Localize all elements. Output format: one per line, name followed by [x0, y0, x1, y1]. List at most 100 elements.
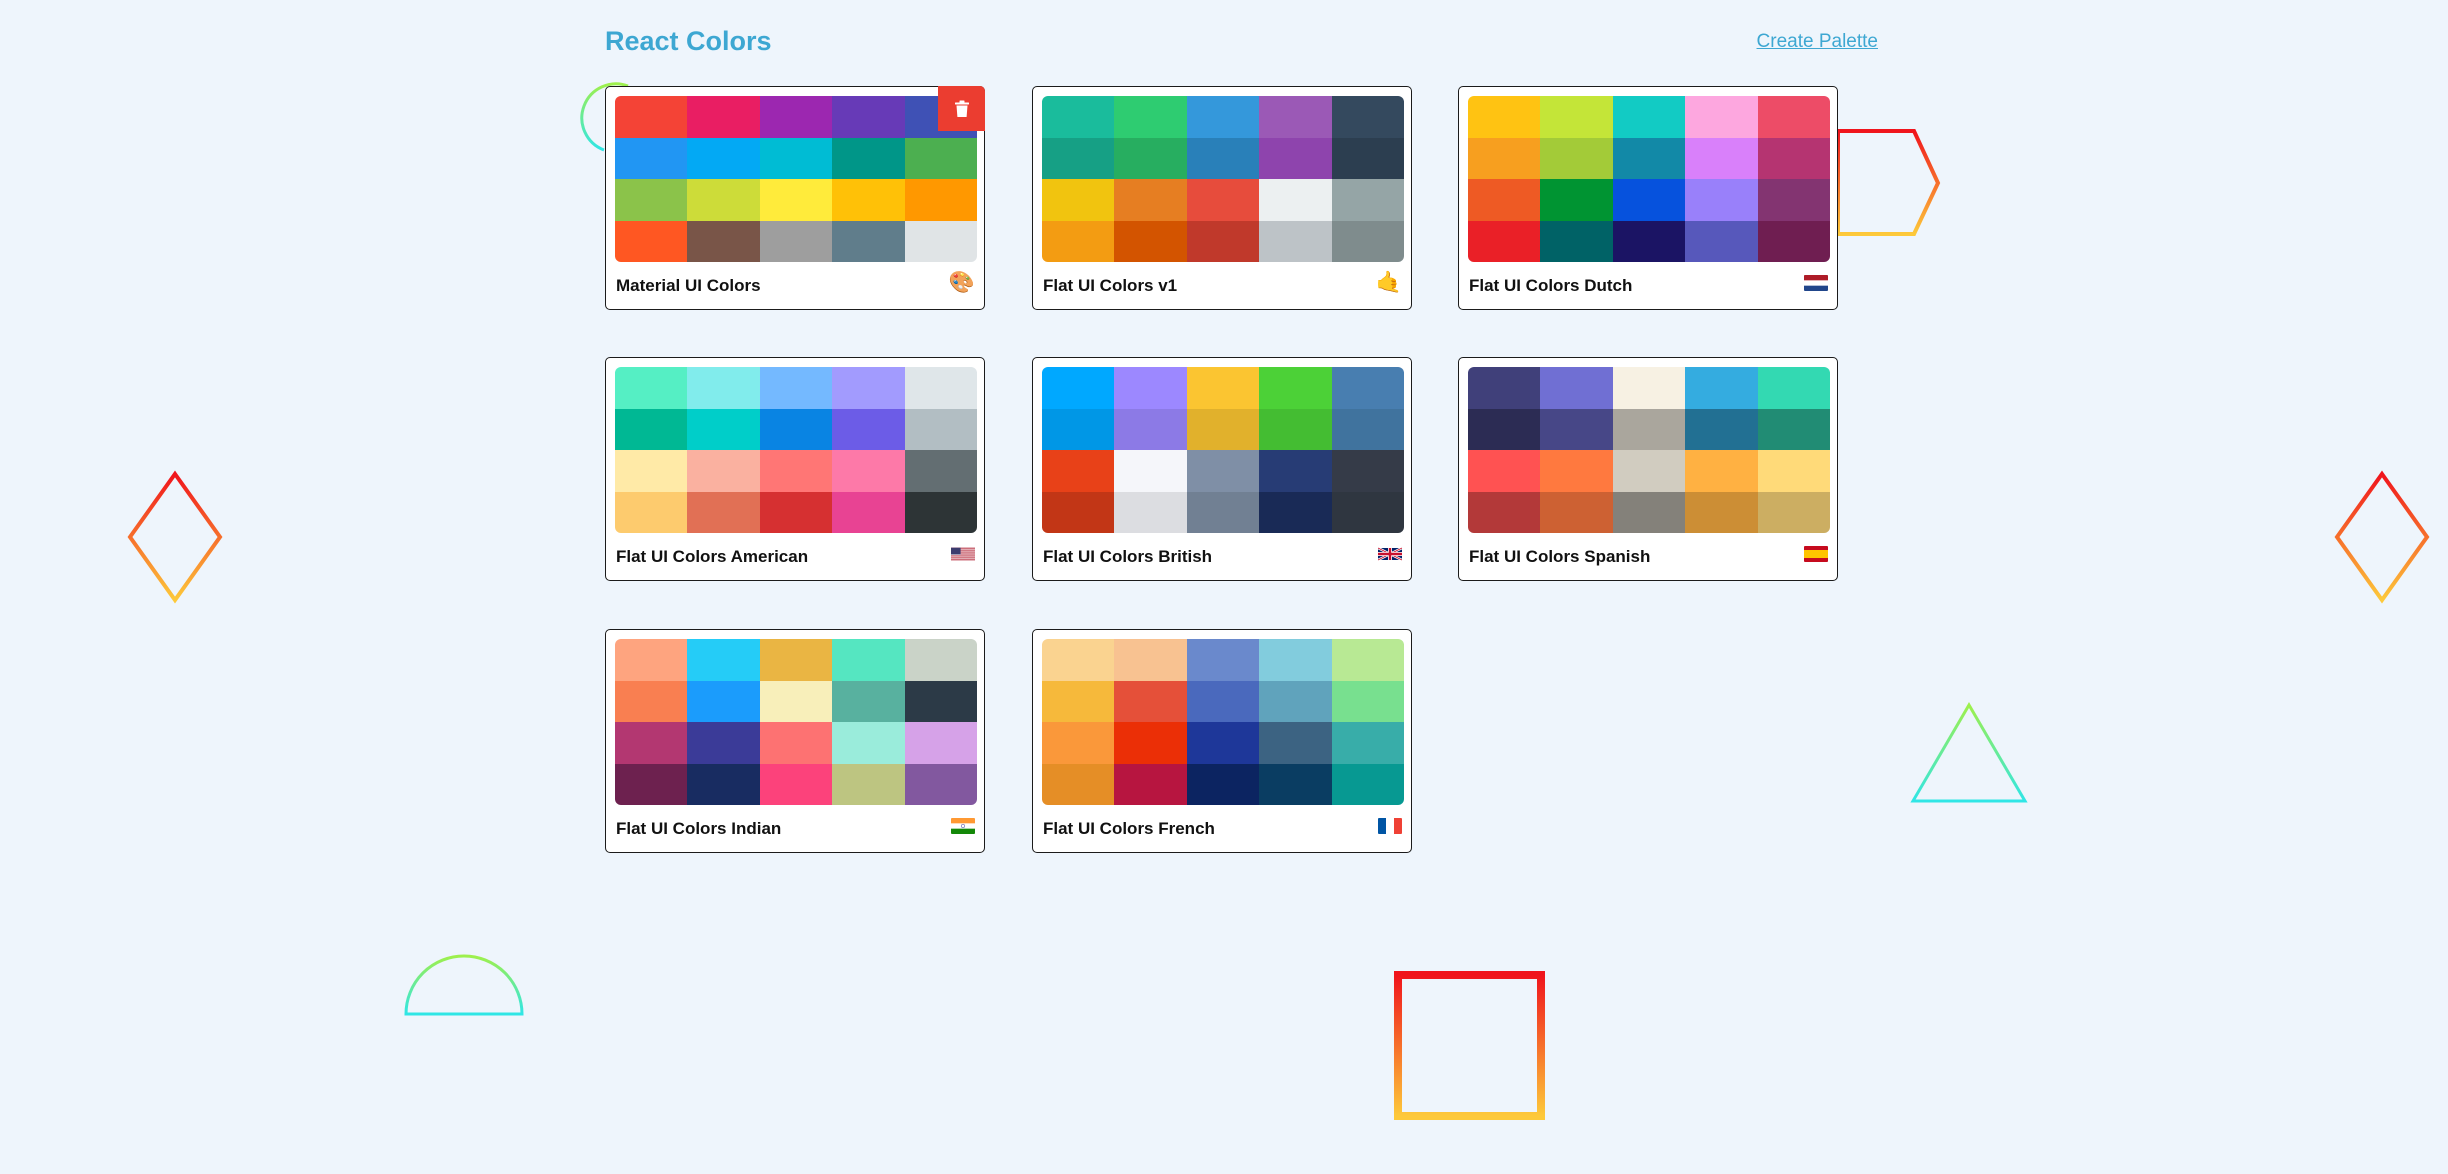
palette-name: Flat UI Colors British	[1043, 547, 1213, 566]
color-swatch	[904, 220, 977, 262]
color-swatch	[1042, 96, 1115, 138]
color-swatch	[1612, 220, 1686, 262]
palette-card[interactable]: Material UI Colors 🎨	[605, 86, 985, 310]
color-swatch	[1468, 137, 1541, 179]
color-swatch	[904, 680, 977, 722]
palette-card[interactable]: Flat UI Colors American	[605, 357, 985, 581]
color-swatch	[1757, 367, 1830, 409]
palette-card[interactable]: Flat UI Colors Spanish	[1458, 357, 1838, 581]
palette-card[interactable]: Flat UI Colors Indian	[605, 629, 985, 853]
color-swatch	[1757, 408, 1830, 450]
color-swatch	[1114, 367, 1187, 409]
color-swatch	[759, 367, 833, 409]
color-swatch	[1468, 367, 1541, 409]
color-swatch	[1757, 137, 1830, 179]
palette-swatches	[1042, 367, 1404, 533]
color-swatch	[1259, 179, 1332, 221]
color-swatch	[1612, 450, 1686, 492]
color-swatch	[1042, 639, 1115, 681]
color-swatch	[1331, 179, 1404, 221]
color-swatch	[1331, 367, 1404, 409]
color-swatch	[1042, 220, 1115, 262]
color-swatch	[832, 367, 905, 409]
color-swatch	[1540, 137, 1613, 179]
color-swatch	[1186, 450, 1260, 492]
color-swatch	[1757, 491, 1830, 533]
color-swatch	[1331, 763, 1404, 805]
palette-swatches	[615, 367, 977, 533]
create-palette-link[interactable]: Create Palette	[1757, 31, 1878, 53]
color-swatch	[687, 763, 760, 805]
color-swatch	[1757, 179, 1830, 221]
color-swatch	[1042, 680, 1115, 722]
color-swatch	[904, 137, 977, 179]
delete-palette-button[interactable]	[938, 86, 985, 131]
palette-name: Flat UI Colors Spanish	[1469, 547, 1651, 566]
color-swatch	[1331, 220, 1404, 262]
color-swatch	[1259, 408, 1332, 450]
color-swatch	[1186, 220, 1260, 262]
color-swatch	[1186, 179, 1260, 221]
color-swatch	[687, 450, 760, 492]
color-swatch	[1186, 491, 1260, 533]
diamond-right-shape	[2334, 470, 2430, 604]
color-swatch	[1331, 96, 1404, 138]
app-title: React Colors	[605, 26, 772, 56]
color-swatch	[832, 722, 905, 764]
color-swatch	[904, 408, 977, 450]
color-swatch	[1540, 96, 1613, 138]
color-swatch	[615, 408, 688, 450]
color-swatch	[1042, 137, 1115, 179]
color-swatch	[1540, 450, 1613, 492]
palette-swatches	[1468, 367, 1830, 533]
color-swatch	[615, 450, 688, 492]
palette-card[interactable]: Flat UI Colors British	[1032, 357, 1412, 581]
color-swatch	[832, 639, 905, 681]
hexagon-shape	[1836, 129, 1941, 236]
triangle-shape	[1910, 702, 2028, 803]
color-swatch	[1114, 220, 1187, 262]
color-swatch	[1114, 450, 1187, 492]
color-swatch	[1114, 722, 1187, 764]
color-swatch	[904, 763, 977, 805]
color-swatch	[1186, 680, 1260, 722]
color-swatch	[1685, 408, 1758, 450]
palette-card[interactable]: Flat UI Colors French	[1032, 629, 1412, 853]
color-swatch	[1331, 722, 1404, 764]
color-swatch	[1259, 367, 1332, 409]
color-swatch	[615, 491, 688, 533]
color-swatch	[759, 639, 833, 681]
color-swatch	[759, 220, 833, 262]
color-swatch	[687, 639, 760, 681]
flag-fr-icon	[1378, 814, 1402, 838]
color-swatch	[615, 680, 688, 722]
flag-es-icon	[1804, 542, 1828, 566]
palette-card[interactable]: Flat UI Colors v1 🤙	[1032, 86, 1412, 310]
color-swatch	[1114, 763, 1187, 805]
color-swatch	[687, 179, 760, 221]
color-swatch	[904, 450, 977, 492]
color-swatch	[904, 639, 977, 681]
color-swatch	[1612, 96, 1686, 138]
color-swatch	[1685, 367, 1758, 409]
color-swatch	[687, 137, 760, 179]
color-swatch	[832, 179, 905, 221]
color-swatch	[1685, 96, 1758, 138]
color-swatch	[904, 491, 977, 533]
color-swatch	[1186, 722, 1260, 764]
color-swatch	[759, 408, 833, 450]
color-swatch	[1685, 137, 1758, 179]
color-swatch	[1612, 367, 1686, 409]
color-swatch	[1685, 179, 1758, 221]
palette-name: Flat UI Colors American	[616, 547, 809, 566]
color-swatch	[1468, 96, 1541, 138]
palette-card[interactable]: Flat UI Colors Dutch	[1458, 86, 1838, 310]
color-swatch	[759, 680, 833, 722]
color-swatch	[1612, 408, 1686, 450]
color-swatch	[1042, 179, 1115, 221]
color-swatch	[1331, 450, 1404, 492]
color-swatch	[1259, 220, 1332, 262]
color-swatch	[1468, 179, 1541, 221]
color-swatch	[687, 96, 760, 138]
color-swatch	[1114, 639, 1187, 681]
